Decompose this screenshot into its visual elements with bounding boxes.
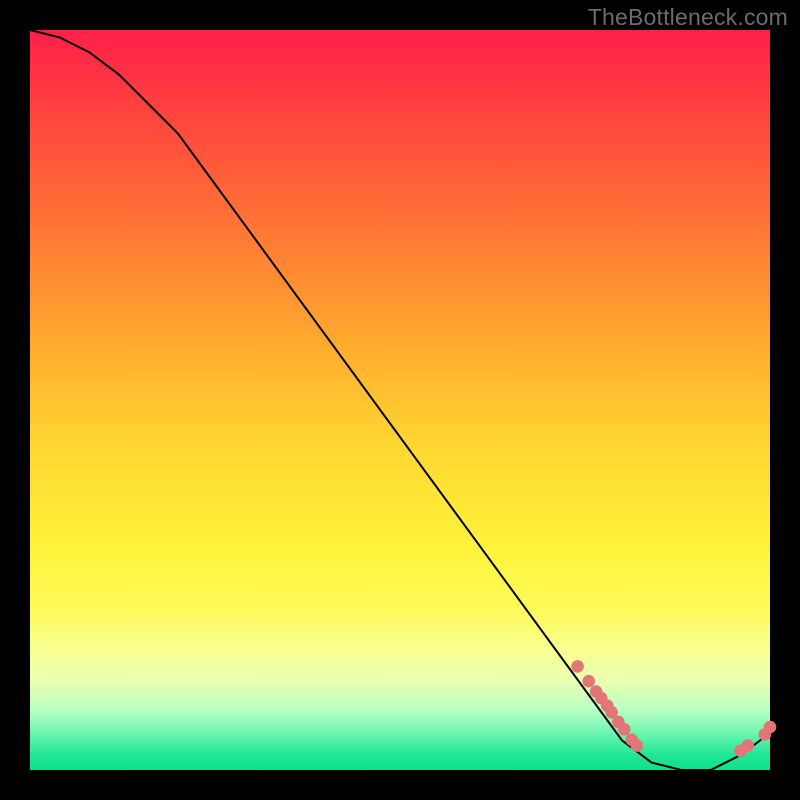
dot-cluster-2 <box>764 721 777 734</box>
plot-area <box>30 30 770 770</box>
chart-svg <box>30 30 770 770</box>
watermark-text: TheBottleneck.com <box>588 4 788 31</box>
chart-container: TheBottleneck.com <box>0 0 800 800</box>
dot-cluster-1 <box>618 723 631 736</box>
bottleneck-curve <box>30 30 770 770</box>
dot-cluster-1 <box>571 660 584 673</box>
dot-cluster-1 <box>631 739 644 752</box>
dot-cluster-2 <box>742 739 755 752</box>
dot-cluster-1 <box>582 675 595 688</box>
